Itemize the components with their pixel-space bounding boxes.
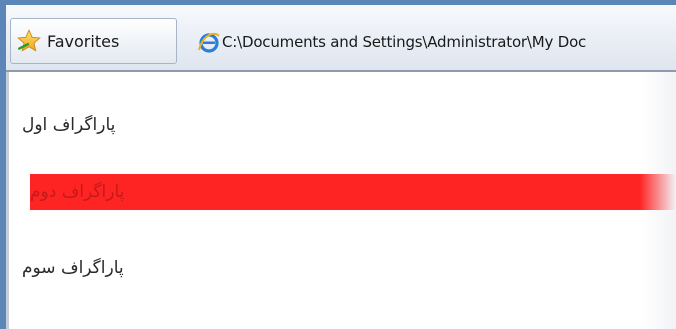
page-tab[interactable]: C:\Documents and Settings\Administrator\… (188, 20, 676, 64)
paragraph-text: پاراگراف اول (22, 115, 116, 135)
paragraph-text: پاراگراف سوم (22, 258, 124, 278)
star-icon (17, 29, 41, 52)
favorites-button[interactable]: Favorites (10, 18, 177, 64)
content-edge-shadow (640, 72, 676, 329)
page-tab-title: C:\Documents and Settings\Administrator\… (222, 33, 587, 51)
paragraph-third: پاراگراف سوم (22, 250, 676, 286)
favorites-label: Favorites (47, 31, 120, 51)
internet-explorer-icon (198, 32, 220, 53)
paragraph-first: پاراگراف اول (22, 107, 676, 143)
paragraph-second-highlighted: پاراگراف دوم (30, 174, 675, 210)
page-content: پاراگراف اول پاراگراف دوم پاراگراف سوم (6, 72, 676, 329)
paragraph-text: پاراگراف دوم (30, 182, 125, 202)
favorites-bar: Favorites C:\Documents and Settings\Admi… (6, 5, 676, 72)
